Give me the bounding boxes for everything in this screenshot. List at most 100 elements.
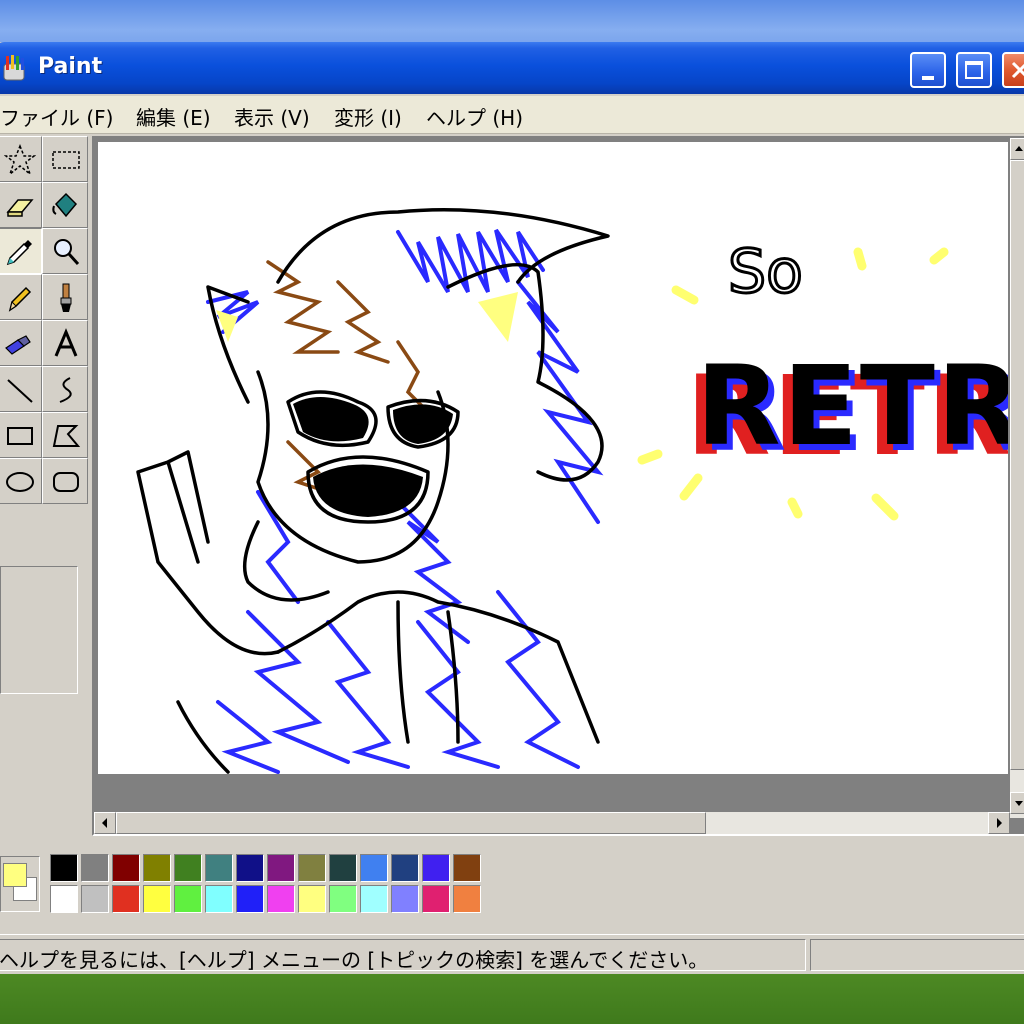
- status-pane-coords: [810, 939, 1024, 971]
- free-form-select-tool[interactable]: [0, 136, 42, 182]
- palette-color-swatch[interactable]: [329, 854, 357, 882]
- eraser-icon: [6, 199, 34, 217]
- palette-color-swatch[interactable]: [143, 885, 171, 913]
- menu-file[interactable]: ファイル (F): [0, 102, 113, 131]
- rounded-rectangle-tool[interactable]: [42, 458, 88, 504]
- palette-color-swatch[interactable]: [360, 885, 388, 913]
- fill-tool[interactable]: [42, 182, 88, 228]
- palette-color-swatch[interactable]: [50, 885, 78, 913]
- scroll-up-button[interactable]: [1010, 138, 1024, 160]
- menu-image[interactable]: 変形 (I): [334, 102, 402, 131]
- palette-color-swatch[interactable]: [174, 885, 202, 913]
- palette-color-swatch[interactable]: [81, 885, 109, 913]
- foreground-color-swatch[interactable]: [3, 863, 27, 887]
- airbrush-icon: [5, 335, 31, 355]
- tool-options-box[interactable]: [0, 566, 78, 694]
- paint-app-icon: [3, 55, 25, 81]
- palette-color-swatch[interactable]: [360, 854, 388, 882]
- close-button[interactable]: [1002, 52, 1024, 88]
- status-pane-help: ヘルプを見るには、[ヘルプ] メニューの [トピックの検索] を選んでください。: [0, 939, 806, 972]
- palette-color-swatch[interactable]: [143, 854, 171, 882]
- palette-color-swatch[interactable]: [112, 885, 140, 913]
- palette-color-swatch[interactable]: [174, 854, 202, 882]
- polygon-tool[interactable]: [42, 412, 88, 458]
- canvas-area: So RETRO! RETRO! RETRO!: [92, 136, 1024, 836]
- palette-color-swatch[interactable]: [205, 854, 233, 882]
- ellipse-tool[interactable]: [0, 458, 42, 504]
- free-form-select-icon: [4, 144, 36, 176]
- minimize-button[interactable]: [910, 52, 946, 88]
- curve-tool[interactable]: [42, 366, 88, 412]
- eyedropper-icon: [6, 240, 32, 266]
- horizontal-scroll-thumb[interactable]: [116, 812, 706, 834]
- eraser-tool[interactable]: [0, 182, 42, 228]
- palette-color-swatch[interactable]: [267, 885, 295, 913]
- palette-color-swatch[interactable]: [391, 885, 419, 913]
- palette-color-swatch[interactable]: [236, 885, 264, 913]
- maximize-button[interactable]: [956, 52, 992, 88]
- curve-icon: [59, 377, 72, 403]
- rounded-rectangle-icon: [53, 472, 79, 492]
- rect-select-icon: [52, 151, 80, 169]
- line-icon: [7, 379, 33, 403]
- title-bar[interactable]: Paint: [0, 42, 1024, 94]
- paint-window: Paint ファイル (F) 編集 (E) 表示 (V) 変形 (I) ヘルプ …: [0, 42, 1024, 974]
- palette-color-swatch[interactable]: [298, 885, 326, 913]
- scroll-right-button[interactable]: [988, 812, 1010, 834]
- palette-color-swatch[interactable]: [81, 854, 109, 882]
- palette-color-swatch[interactable]: [50, 854, 78, 882]
- maximize-icon: [965, 61, 983, 79]
- line-tool[interactable]: [0, 366, 42, 412]
- palette-color-swatch[interactable]: [422, 885, 450, 913]
- magnifier-icon: [54, 239, 80, 266]
- palette-color-swatch[interactable]: [298, 854, 326, 882]
- palette-color-swatch[interactable]: [236, 854, 264, 882]
- menu-help[interactable]: ヘルプ (H): [426, 102, 523, 131]
- magnifier-tool[interactable]: [42, 228, 88, 274]
- vertical-scroll-thumb[interactable]: [1010, 160, 1024, 770]
- polygon-icon: [52, 425, 81, 447]
- pick-color-tool[interactable]: [0, 228, 42, 274]
- rectangle-tool[interactable]: [0, 412, 42, 458]
- horizontal-scrollbar[interactable]: [94, 812, 1010, 834]
- color-palette: [0, 838, 1024, 926]
- drawing-canvas[interactable]: So RETRO! RETRO! RETRO!: [98, 142, 1024, 774]
- rectangle-icon: [7, 427, 33, 445]
- status-bar: ヘルプを見るには、[ヘルプ] メニューの [トピックの検索] を選んでください。: [0, 934, 1024, 974]
- scroll-down-button[interactable]: [1010, 792, 1024, 814]
- brush-icon: [60, 283, 72, 312]
- text-icon: [54, 328, 78, 357]
- drawing-text-retro: RETRO!: [696, 342, 1008, 470]
- select-tool[interactable]: [42, 136, 88, 182]
- palette-color-swatch[interactable]: [329, 885, 357, 913]
- palette-color-swatch[interactable]: [422, 854, 450, 882]
- arrow-down-icon: [1015, 801, 1023, 806]
- current-colors[interactable]: [0, 856, 40, 912]
- drawing-text-so: So: [728, 237, 803, 307]
- pencil-tool[interactable]: [0, 274, 42, 320]
- arrow-up-icon: [1015, 146, 1023, 151]
- canvas-drawing: So RETRO! RETRO! RETRO!: [136, 208, 1024, 774]
- text-tool[interactable]: [42, 320, 88, 366]
- toolbox: [0, 136, 88, 836]
- brush-tool[interactable]: [42, 274, 88, 320]
- window-title: Paint: [38, 54, 103, 79]
- minimize-icon: [922, 76, 934, 80]
- menu-view[interactable]: 表示 (V): [234, 102, 310, 131]
- status-help-text: ヘルプを見るには、[ヘルプ] メニューの [トピックの検索] を選んでください。: [0, 948, 709, 972]
- palette-color-swatch[interactable]: [205, 885, 233, 913]
- pencil-icon: [8, 286, 32, 312]
- menu-bar: ファイル (F) 編集 (E) 表示 (V) 変形 (I) ヘルプ (H): [0, 96, 1024, 134]
- palette-color-swatch[interactable]: [267, 854, 295, 882]
- palette-color-swatch[interactable]: [391, 854, 419, 882]
- ellipse-icon: [6, 472, 34, 492]
- arrow-right-icon: [997, 818, 1002, 828]
- scroll-left-button[interactable]: [94, 812, 116, 834]
- airbrush-tool[interactable]: [0, 320, 42, 366]
- palette-color-swatch[interactable]: [112, 854, 140, 882]
- palette-color-swatch[interactable]: [453, 885, 481, 913]
- palette-color-swatch[interactable]: [453, 854, 481, 882]
- close-icon: [1011, 61, 1024, 79]
- menu-edit[interactable]: 編集 (E): [136, 102, 211, 131]
- vertical-scrollbar[interactable]: [1010, 138, 1024, 818]
